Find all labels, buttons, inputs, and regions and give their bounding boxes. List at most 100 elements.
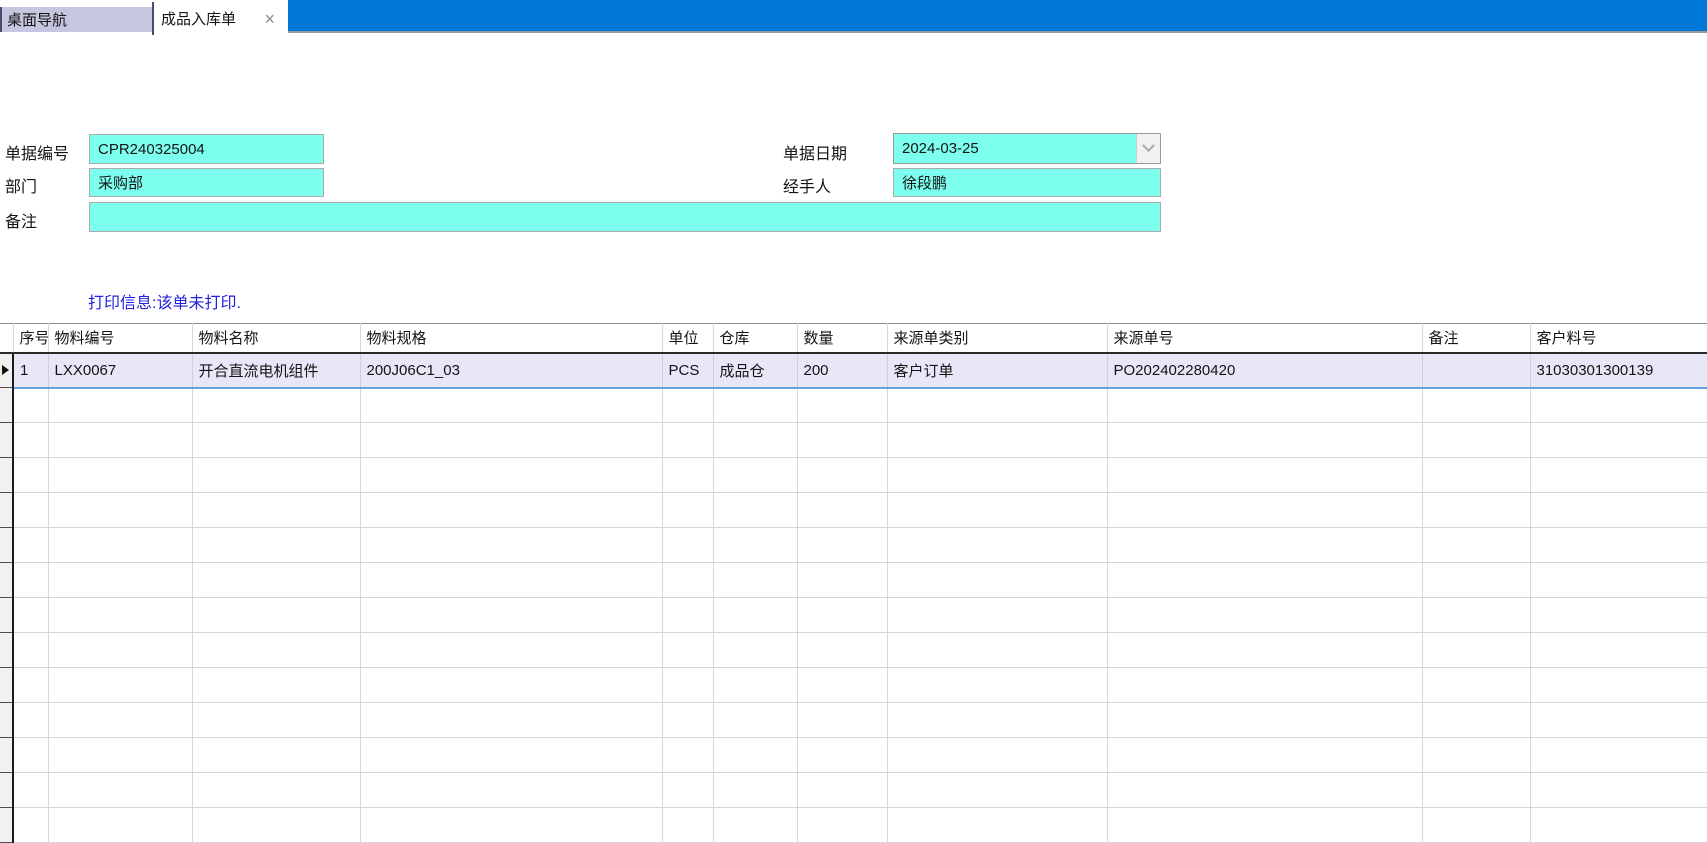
grid-cell[interactable] — [192, 667, 361, 703]
grid-cell[interactable] — [360, 562, 663, 598]
grid-cell[interactable] — [887, 527, 1108, 563]
grid-cell[interactable] — [713, 492, 798, 528]
grid-cell[interactable] — [1107, 562, 1423, 598]
grid-cell[interactable] — [713, 737, 798, 773]
grid-cell[interactable] — [713, 667, 798, 703]
grid-cell[interactable] — [797, 457, 888, 493]
grid-cell[interactable] — [1107, 597, 1423, 633]
grid-cell[interactable] — [662, 457, 714, 493]
grid-cell[interactable] — [1422, 632, 1531, 668]
grid-cell[interactable] — [13, 702, 49, 738]
cell-material-no[interactable]: LXX0067 — [48, 352, 193, 389]
grid-cell[interactable] — [48, 457, 193, 493]
grid-cell[interactable] — [1422, 492, 1531, 528]
grid-cell[interactable] — [1422, 807, 1531, 843]
grid-cell[interactable] — [1422, 527, 1531, 563]
grid-cell[interactable] — [713, 807, 798, 843]
grid-cell[interactable] — [1422, 702, 1531, 738]
grid-cell[interactable] — [1107, 527, 1423, 563]
cell-unit[interactable]: PCS — [662, 352, 714, 389]
grid-cell[interactable] — [797, 527, 888, 563]
empty-grid-row[interactable] — [0, 667, 1707, 703]
grid-cell[interactable] — [713, 387, 798, 423]
grid-cell[interactable] — [48, 597, 193, 633]
cell-source-no[interactable]: PO202402280420 — [1107, 352, 1423, 389]
grid-cell[interactable] — [1422, 457, 1531, 493]
grid-cell[interactable] — [887, 457, 1108, 493]
empty-grid-row[interactable] — [0, 422, 1707, 458]
grid-cell[interactable] — [1422, 562, 1531, 598]
grid-cell[interactable] — [48, 527, 193, 563]
grid-cell[interactable] — [887, 597, 1108, 633]
empty-grid-row[interactable] — [0, 737, 1707, 773]
grid-cell[interactable] — [13, 807, 49, 843]
grid-cell[interactable] — [48, 702, 193, 738]
grid-cell[interactable] — [192, 457, 361, 493]
grid-cell[interactable] — [887, 632, 1108, 668]
grid-cell[interactable] — [797, 597, 888, 633]
date-dropdown-button[interactable] — [1136, 134, 1160, 163]
grid-cell[interactable] — [192, 632, 361, 668]
grid-cell[interactable] — [887, 702, 1108, 738]
grid-cell[interactable] — [713, 457, 798, 493]
grid-cell[interactable] — [192, 562, 361, 598]
grid-cell[interactable] — [192, 492, 361, 528]
grid-cell[interactable] — [13, 562, 49, 598]
grid-cell[interactable] — [713, 632, 798, 668]
grid-cell[interactable] — [887, 422, 1108, 458]
grid-cell[interactable] — [1530, 457, 1707, 493]
cell-customer-part-no[interactable]: 31030301300139 — [1530, 352, 1707, 389]
grid-cell[interactable] — [662, 527, 714, 563]
grid-cell[interactable] — [713, 527, 798, 563]
grid-cell[interactable] — [1530, 387, 1707, 423]
grid-cell[interactable] — [1530, 667, 1707, 703]
grid-cell[interactable] — [360, 527, 663, 563]
grid-cell[interactable] — [1530, 702, 1707, 738]
grid-cell[interactable] — [1530, 527, 1707, 563]
empty-grid-row[interactable] — [0, 632, 1707, 668]
grid-cell[interactable] — [797, 772, 888, 808]
grid-cell[interactable] — [1530, 422, 1707, 458]
grid-cell[interactable] — [797, 737, 888, 773]
grid-cell[interactable] — [1422, 667, 1531, 703]
grid-cell[interactable] — [48, 562, 193, 598]
empty-grid-row[interactable] — [0, 492, 1707, 528]
grid-cell[interactable] — [360, 772, 663, 808]
table-row-selected[interactable]: 1 LXX0067 开合直流电机组件 200J06C1_03 PCS 成品仓 2… — [0, 352, 1707, 389]
col-header-warehouse[interactable]: 仓库 — [713, 323, 798, 354]
grid-cell[interactable] — [360, 422, 663, 458]
grid-cell[interactable] — [48, 632, 193, 668]
grid-cell[interactable] — [797, 562, 888, 598]
cell-warehouse[interactable]: 成品仓 — [713, 352, 798, 389]
empty-grid-row[interactable] — [0, 702, 1707, 738]
grid-cell[interactable] — [360, 667, 663, 703]
grid-cell[interactable] — [48, 492, 193, 528]
col-header-qty[interactable]: 数量 — [797, 323, 888, 354]
grid-cell[interactable] — [1107, 457, 1423, 493]
grid-cell[interactable] — [797, 632, 888, 668]
grid-cell[interactable] — [1107, 772, 1423, 808]
grid-cell[interactable] — [797, 702, 888, 738]
grid-cell[interactable] — [713, 772, 798, 808]
tab-desktop-navigation[interactable]: 桌面导航 — [0, 7, 152, 32]
grid-cell[interactable] — [662, 597, 714, 633]
grid-cell[interactable] — [360, 702, 663, 738]
grid-cell[interactable] — [662, 667, 714, 703]
grid-cell[interactable] — [797, 667, 888, 703]
cell-qty[interactable]: 200 — [797, 352, 888, 389]
grid-cell[interactable] — [662, 702, 714, 738]
grid-cell[interactable] — [662, 422, 714, 458]
grid-cell[interactable] — [1107, 807, 1423, 843]
grid-cell[interactable] — [1422, 422, 1531, 458]
grid-cell[interactable] — [13, 632, 49, 668]
grid-cell[interactable] — [360, 387, 663, 423]
grid-cell[interactable] — [662, 562, 714, 598]
grid-cell[interactable] — [192, 422, 361, 458]
grid-cell[interactable] — [13, 387, 49, 423]
tab-finished-goods-entry[interactable]: 成品入库单 × — [152, 2, 288, 35]
grid-cell[interactable] — [887, 387, 1108, 423]
grid-cell[interactable] — [360, 457, 663, 493]
grid-cell[interactable] — [360, 492, 663, 528]
grid-cell[interactable] — [1107, 667, 1423, 703]
cell-remark[interactable] — [1422, 352, 1531, 389]
